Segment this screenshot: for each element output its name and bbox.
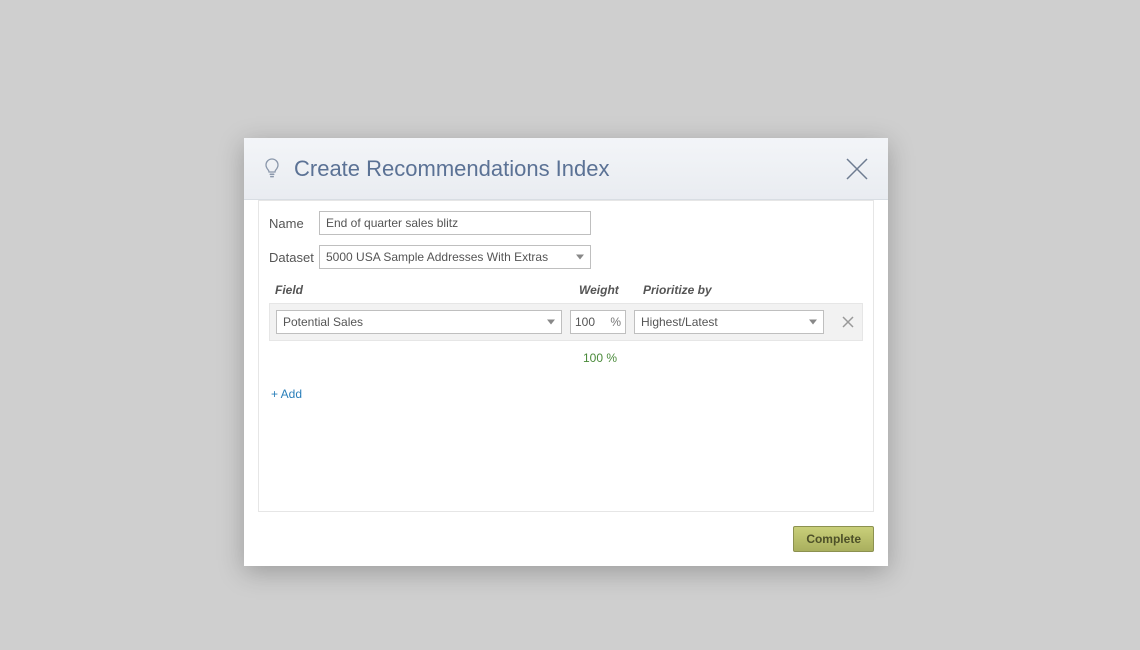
complete-button[interactable]: Complete <box>793 526 874 552</box>
name-row: Name <box>269 211 863 235</box>
add-criteria-link[interactable]: + Add <box>269 387 302 401</box>
total-weight: 100 % <box>269 351 863 365</box>
chevron-down-icon <box>809 320 817 325</box>
field-selected-value: Potential Sales <box>283 315 363 329</box>
name-input[interactable] <box>319 211 591 235</box>
remove-row-button[interactable] <box>840 314 856 330</box>
modal-header: Create Recommendations Index <box>244 138 888 200</box>
dataset-row: Dataset 5000 USA Sample Addresses With E… <box>269 245 863 269</box>
prioritize-selected-value: Highest/Latest <box>641 315 718 329</box>
close-icon <box>844 156 870 182</box>
prioritize-select[interactable]: Highest/Latest <box>634 310 824 334</box>
field-select[interactable]: Potential Sales <box>276 310 562 334</box>
weight-unit: % <box>608 315 621 329</box>
close-button[interactable] <box>844 156 870 182</box>
dataset-select[interactable]: 5000 USA Sample Addresses With Extras <box>319 245 591 269</box>
lightbulb-icon <box>262 157 282 181</box>
header-prioritize: Prioritize by <box>643 283 843 297</box>
name-label: Name <box>269 216 319 231</box>
dataset-selected-value: 5000 USA Sample Addresses With Extras <box>326 250 548 264</box>
criteria-row: Potential Sales 100 % Highest/Latest <box>269 303 863 341</box>
chevron-down-icon <box>576 255 584 260</box>
chevron-down-icon <box>547 320 555 325</box>
weight-input[interactable]: 100 % <box>570 310 626 334</box>
close-icon <box>842 316 854 328</box>
weight-value: 100 <box>575 315 608 329</box>
grid-header-row: Field Weight Prioritize by <box>269 283 863 297</box>
modal-footer: Complete <box>244 512 888 566</box>
modal-body: Name Dataset 5000 USA Sample Addresses W… <box>258 200 874 512</box>
dataset-label: Dataset <box>269 250 319 265</box>
create-recommendations-modal: Create Recommendations Index Name Datase… <box>244 138 888 566</box>
header-field: Field <box>275 283 579 297</box>
header-weight: Weight <box>579 283 643 297</box>
modal-title: Create Recommendations Index <box>294 156 610 182</box>
